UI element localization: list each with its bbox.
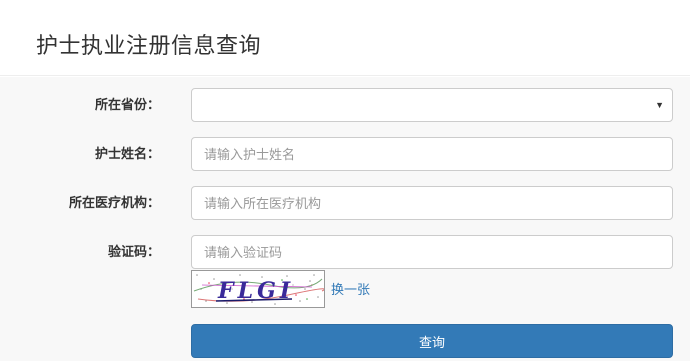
name-row: 护士姓名： bbox=[0, 137, 690, 171]
captcha-image[interactable]: FLGI bbox=[191, 270, 325, 308]
page-title: 护士执业注册信息查询 bbox=[36, 33, 262, 58]
institution-row: 所在医疗机构： bbox=[0, 186, 690, 220]
captcha-label: 验证码： bbox=[107, 244, 160, 259]
captcha-graphic: FLGI bbox=[193, 274, 325, 305]
province-select[interactable]: ▼ bbox=[191, 88, 673, 122]
province-label: 所在省份： bbox=[94, 97, 160, 112]
refresh-captcha-link[interactable]: 换一张 bbox=[331, 279, 370, 298]
captcha-row: 验证码： bbox=[0, 235, 690, 269]
institution-input[interactable] bbox=[191, 186, 673, 220]
institution-label: 所在医疗机构： bbox=[68, 195, 160, 210]
nurse-name-input[interactable] bbox=[191, 137, 673, 171]
captcha-input[interactable] bbox=[191, 235, 673, 269]
dropdown-caret-icon: ▼ bbox=[655, 100, 664, 110]
page-header: 护士执业注册信息查询 bbox=[0, 0, 690, 76]
query-button[interactable]: 查询 bbox=[191, 324, 673, 358]
province-row: 所在省份： ▼ bbox=[0, 88, 690, 122]
name-label: 护士姓名： bbox=[94, 146, 160, 161]
